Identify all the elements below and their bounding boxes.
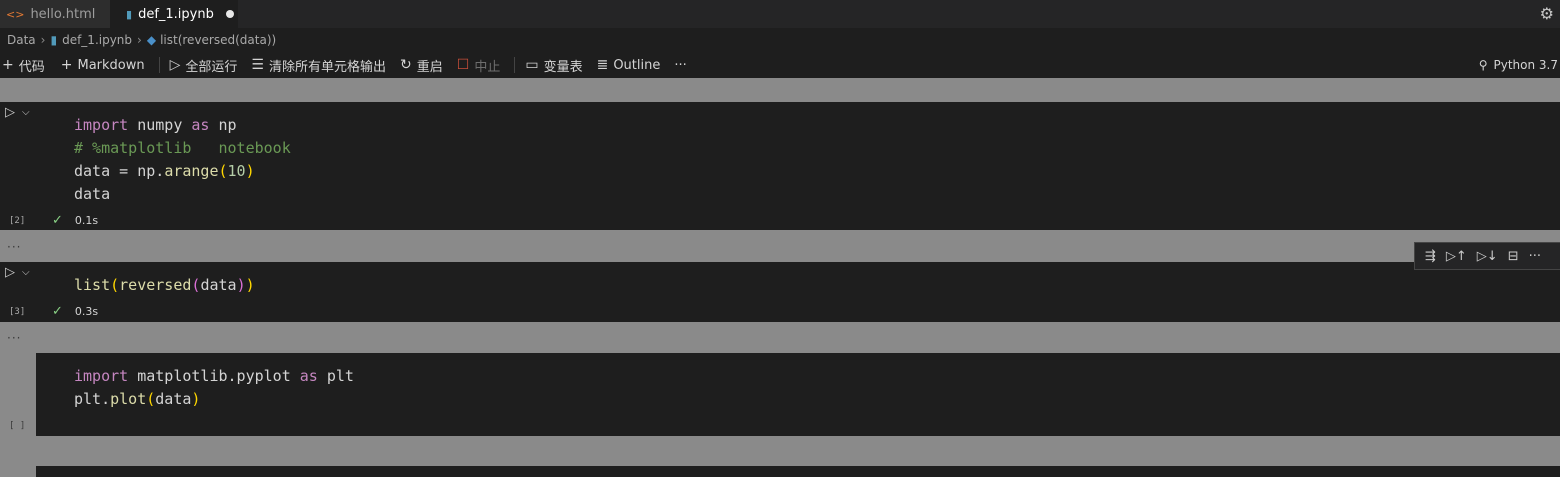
more-actions-button[interactable]: ···: [674, 58, 686, 73]
cell-status: ✓ 0.3s: [52, 304, 98, 319]
plus-icon: +: [2, 57, 14, 73]
outline-icon: ≣: [596, 57, 609, 73]
tab-hello-html[interactable]: <> hello.html: [0, 0, 110, 28]
chevron-right-icon: ›: [40, 33, 46, 47]
python-icon: ◆: [146, 33, 157, 47]
kernel-picker[interactable]: ⚲ Python 3.7: [1479, 52, 1558, 78]
breadcrumb-file[interactable]: def_1.ipynb: [62, 33, 132, 47]
divider: [158, 57, 160, 73]
code-cell[interactable]: list(reversed(data)): [36, 262, 1560, 322]
run-cell-icon[interactable]: ▷: [5, 105, 15, 120]
check-icon: ✓: [52, 304, 63, 319]
divider: [514, 57, 516, 73]
cell-source[interactable]: list(reversed(data)): [74, 274, 255, 297]
tab-bar: <> hello.html ▮ def_1.ipynb ⚙: [0, 0, 1560, 28]
notebook-toolbar: + 代码 + Markdown ▷ 全部运行 ☰ 清除所有单元格输出 ↻ 重启 …: [0, 52, 1560, 78]
notebook-file-icon: ▮: [50, 33, 58, 47]
run-all-button[interactable]: ▷ 全部运行: [170, 56, 238, 75]
breadcrumb-symbol[interactable]: list(reversed(data)): [160, 33, 276, 47]
output-collapsed-ellipsis[interactable]: ···: [7, 240, 21, 254]
execution-count: [2]: [9, 216, 26, 226]
code-cell[interactable]: [36, 466, 1560, 477]
html-file-icon: <>: [6, 7, 25, 21]
run-by-line-icon[interactable]: ⇶: [1425, 249, 1436, 264]
plus-icon: +: [60, 57, 73, 73]
execute-above-icon[interactable]: ▷↑: [1446, 249, 1467, 264]
unsaved-dot-icon[interactable]: [225, 10, 234, 18]
chevron-down-icon[interactable]: ⌵: [22, 107, 30, 118]
restart-button[interactable]: ↻ 重启: [400, 56, 443, 75]
output-collapsed-ellipsis[interactable]: ···: [7, 331, 21, 345]
cell-toolbar: ⇶ ▷↑ ▷↓ ⊟ ···: [1414, 242, 1560, 270]
tab-label: hello.html: [30, 6, 96, 22]
cell-source[interactable]: import numpy as np # %matplotlib noteboo…: [74, 114, 291, 206]
chevron-down-icon[interactable]: ⌵: [22, 267, 30, 278]
restart-icon: ↻: [400, 57, 412, 73]
clear-outputs-button[interactable]: ☰ 清除所有单元格输出: [251, 56, 386, 75]
variables-icon: ▭: [525, 57, 539, 73]
kernel-icon: ⚲: [1478, 58, 1488, 72]
run-cell-icon[interactable]: ▷: [5, 265, 15, 280]
execute-below-icon[interactable]: ▷↓: [1477, 249, 1498, 264]
stop-icon: ☐: [456, 57, 470, 73]
execution-count: [3]: [9, 307, 26, 317]
chevron-right-icon: ›: [137, 33, 142, 47]
code-cell[interactable]: import numpy as np # %matplotlib noteboo…: [36, 102, 1560, 230]
cell-status: ✓ 0.1s: [52, 213, 98, 228]
add-code-button[interactable]: + 代码: [2, 56, 45, 75]
add-markdown-button[interactable]: + Markdown: [61, 57, 145, 73]
tab-def-1-ipynb[interactable]: ▮ def_1.ipynb: [110, 0, 238, 28]
variables-button[interactable]: ▭ 变量表: [525, 56, 582, 75]
split-cell-icon[interactable]: ⊟: [1508, 249, 1519, 264]
tab-label: def_1.ipynb: [138, 6, 214, 22]
cell-duration: 0.1s: [74, 214, 99, 227]
breadcrumb: Data › ▮ def_1.ipynb › ◆ list(reversed(d…: [0, 28, 1560, 52]
notebook-file-icon: ▮: [126, 7, 133, 21]
clear-all-icon: ☰: [251, 57, 264, 73]
cell-gutter: [0, 102, 36, 230]
run-icon: ▷: [169, 57, 181, 73]
more-icon[interactable]: ···: [1529, 249, 1541, 264]
code-cell[interactable]: import matplotlib.pyplot as plt plt.plot…: [36, 353, 1560, 436]
interrupt-button[interactable]: ☐ 中止: [457, 56, 501, 75]
gear-icon[interactable]: ⚙: [1540, 4, 1554, 23]
check-icon: ✓: [52, 213, 63, 228]
cell-source[interactable]: import matplotlib.pyplot as plt plt.plot…: [74, 365, 354, 411]
cell-duration: 0.3s: [74, 305, 99, 318]
outline-button[interactable]: ≣ Outline: [597, 57, 661, 73]
execution-count: [ ]: [9, 421, 26, 431]
breadcrumb-root[interactable]: Data: [7, 33, 36, 47]
